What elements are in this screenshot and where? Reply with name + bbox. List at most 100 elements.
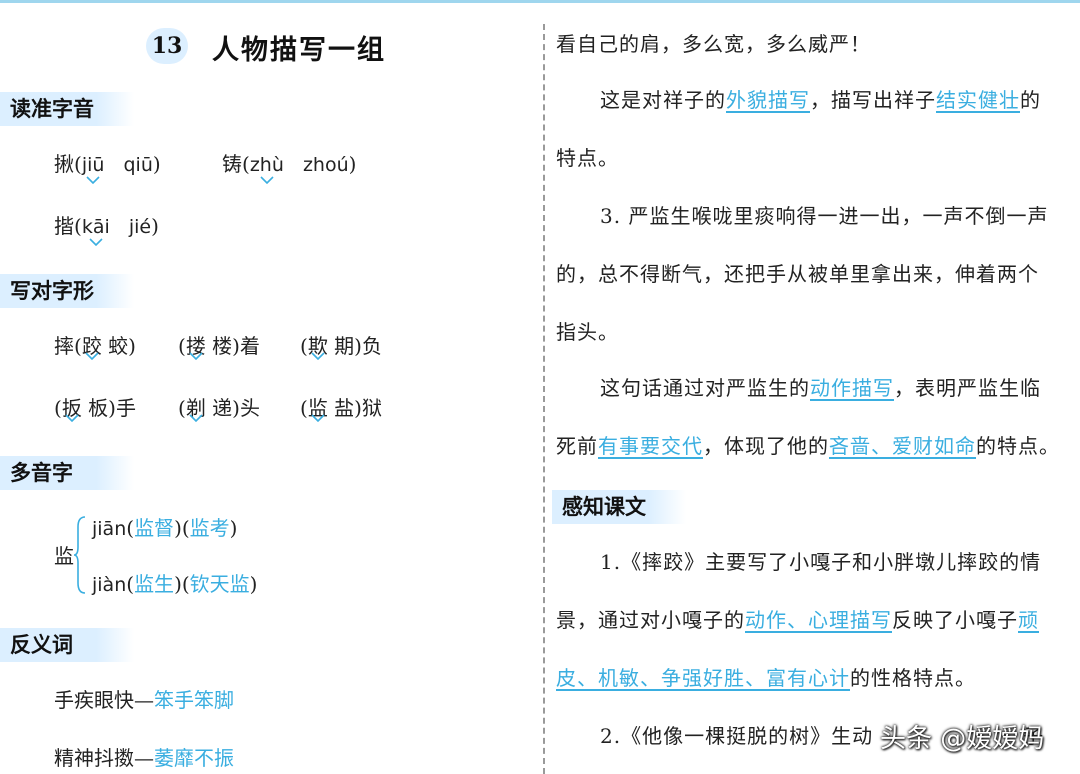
- glyph-option-correct: 监: [308, 392, 328, 422]
- text-line: 景，通过对小嘎子的动作、心理描写反映了小嘎子顽: [556, 604, 1039, 633]
- text: 死前: [556, 434, 598, 458]
- text: ，描写出祥子: [810, 88, 936, 112]
- section-heading-glyphs: 写对字形: [0, 274, 134, 308]
- glyph-item: 摔(跤 蛟): [54, 330, 136, 360]
- lesson-title: 人物描写一组: [212, 35, 386, 66]
- polyphone-line: jiān(监督)(监考): [92, 516, 238, 540]
- text: 景，通过对小嘎子的: [556, 608, 745, 632]
- watermark: 头条 @嫒嫒妈: [880, 724, 1045, 754]
- text-line: 3. 严监生喉咙里痰响得一进一出，一声不倒一声: [600, 204, 1049, 228]
- column-divider: [543, 24, 545, 774]
- dash: —: [134, 688, 154, 712]
- text-line: 指头。: [556, 320, 619, 344]
- section-heading-perceive: 感知课文: [552, 490, 686, 524]
- check-mark-icon: [311, 414, 325, 422]
- pinyin-option: jié: [128, 216, 152, 238]
- pinyin-option-correct: jiū: [81, 154, 105, 184]
- dash: —: [134, 746, 154, 770]
- text: ，体现了他的: [703, 434, 829, 458]
- answer-underlined: 外貌描写: [726, 88, 810, 112]
- answer-word: 钦天监: [189, 572, 250, 596]
- antonym-pair: 精神抖擞—萎靡不振: [54, 742, 234, 771]
- glyph-suffix: )头: [232, 396, 260, 420]
- check-mark-icon: [65, 414, 79, 422]
- polyphone-line: jiàn(监生)(钦天监): [92, 572, 258, 596]
- pronunciation-item: 铸(zhù zhoú): [222, 148, 357, 184]
- paren-open: (: [242, 152, 250, 176]
- glyph-suffix: )着: [232, 334, 260, 358]
- glyph-prefix: (: [178, 334, 186, 358]
- pinyin-text: kāi: [81, 216, 110, 238]
- glyph-option: 楼: [212, 334, 233, 358]
- glyph-option-correct: 欺: [308, 330, 328, 360]
- check-mark-icon: [86, 176, 100, 184]
- text: 的性格特点。: [850, 666, 976, 690]
- text-line: 1.《摔跤》主要写了小嘎子和小胖墩儿摔跤的情: [600, 550, 1042, 574]
- check-mark-icon: [311, 352, 325, 360]
- pinyin-text: jiān: [92, 518, 127, 540]
- pinyin-option: qiū: [123, 154, 153, 176]
- text-line: 看自己的肩，多么宽，多么威严！: [556, 32, 871, 56]
- glyph-option: 盐: [334, 396, 355, 420]
- glyph-item: (监 盐)狱: [300, 392, 382, 422]
- glyph-suffix: )负: [354, 334, 382, 358]
- glyph-item: (搂 楼)着: [178, 330, 260, 360]
- pinyin-text: jiàn: [92, 574, 127, 596]
- check-mark-icon: [260, 176, 274, 184]
- check-mark-icon: [89, 238, 103, 246]
- right-column: 看自己的肩，多么宽，多么威严！ 这是对祥子的外貌描写，描写出祥子结实健壮的 特点…: [552, 0, 1076, 774]
- check-mark-icon: [189, 352, 203, 360]
- polyphone-char: 监: [54, 544, 74, 568]
- answer-underlined: 结实健壮: [936, 88, 1020, 112]
- antonym-answer: 笨手笨脚: [154, 688, 234, 712]
- text: 这句话通过对严监生的: [600, 376, 810, 400]
- target-char: 铸: [222, 152, 242, 176]
- glyph-prefix: 摔(: [54, 334, 82, 358]
- glyph-suffix: )手: [108, 396, 136, 420]
- section-heading-pronunciation: 读准字音: [0, 92, 134, 126]
- text-line: 的，总不得断气，还把手从被单里拿出来，伸着两个: [556, 262, 1039, 286]
- glyph-prefix: (: [300, 334, 308, 358]
- antonym-pair: 手疾眼快—笨手笨脚: [54, 684, 234, 713]
- answer-underlined: 动作、心理描写: [745, 608, 892, 632]
- glyph-item: (剃 递)头: [178, 392, 260, 422]
- pinyin-text: zhù: [249, 154, 284, 176]
- target-char: 揪: [54, 152, 74, 176]
- lesson-number: 13: [146, 28, 188, 64]
- text-line: 这是对祥子的外貌描写，描写出祥子结实健壮的: [600, 84, 1041, 113]
- paren-close: ): [151, 214, 159, 238]
- section-heading-polyphone: 多音字: [0, 456, 134, 490]
- glyph-item: (欺 期)负: [300, 330, 382, 360]
- glyph-suffix: ): [128, 334, 136, 358]
- pinyin-option-correct: kāi: [81, 216, 110, 246]
- text-line: 特点。: [556, 146, 619, 170]
- text: 2.《他像一棵挺脱的树》生动: [600, 724, 874, 748]
- glyph-item: (扳 板)手: [54, 392, 136, 422]
- paren-open: (: [74, 214, 82, 238]
- left-column: 13 人物描写一组 读准字音 揪(jiū qiū) 铸(zhù zhoú) 揩(…: [0, 0, 540, 774]
- glyph-option: 板: [88, 396, 109, 420]
- target-char: 揩: [54, 214, 74, 238]
- answer-underlined: 皮、机敏、争强好胜、富有心计: [556, 666, 850, 690]
- glyph-option: 期: [334, 334, 355, 358]
- paren-close: ): [152, 152, 161, 176]
- glyph-option: 蛟: [108, 334, 129, 358]
- answer-word: 监生: [134, 572, 175, 596]
- text: ，表明严监生临: [894, 376, 1041, 400]
- text-line: 死前有事要交代，体现了他的吝啬、爱财如命的特点。: [556, 430, 1060, 459]
- glyph-option: 递: [212, 396, 233, 420]
- section-heading-antonyms: 反义词: [0, 628, 134, 662]
- paren-close: ): [348, 152, 357, 176]
- pinyin-text: jiū: [81, 154, 105, 176]
- text: 这是对祥子的: [600, 88, 726, 112]
- pronunciation-item: 揩(kāi jié): [54, 210, 159, 246]
- glyph-prefix: (: [54, 396, 62, 420]
- text: 的: [1020, 88, 1041, 112]
- text: 反映了小嘎子: [892, 608, 1018, 632]
- word: 手疾眼快: [54, 688, 134, 712]
- text-line: 皮、机敏、争强好胜、富有心计的性格特点。: [556, 662, 976, 691]
- answer-underlined: 有事要交代: [598, 434, 703, 458]
- paren-open: (: [74, 152, 82, 176]
- antonym-answer: 萎靡不振: [154, 746, 234, 770]
- word: 精神抖擞: [54, 746, 134, 770]
